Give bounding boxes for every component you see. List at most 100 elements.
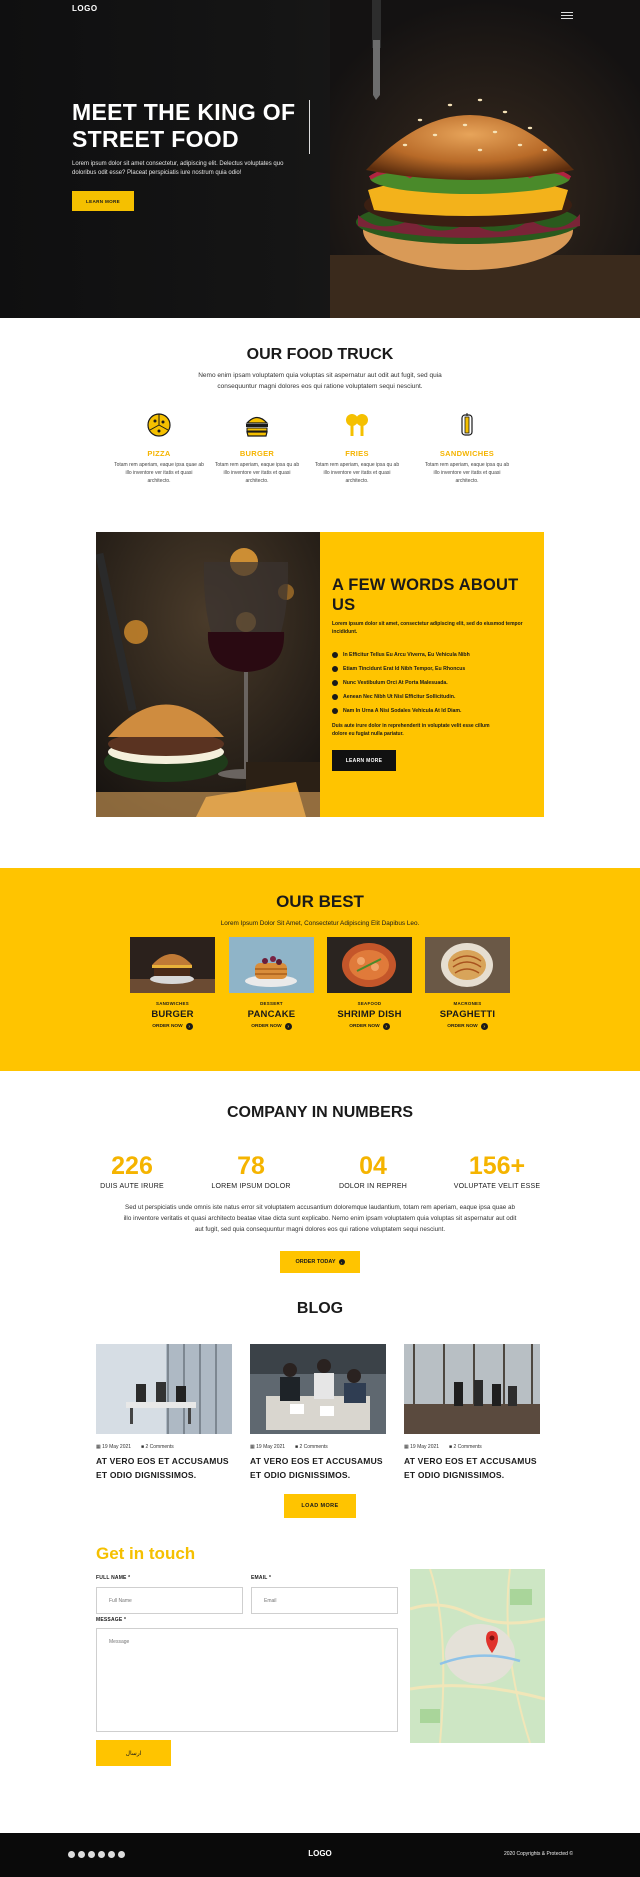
feature-pizza: PIZZA Totam rem aperiam, eaque ipsa quae… — [114, 412, 204, 485]
hero-lead: Lorem ipsum dolor sit amet consectetur, … — [72, 161, 284, 176]
stat-value: 156+ — [468, 1152, 526, 1180]
stat-label: LOREM IPSUM DOLOR — [211, 1183, 291, 1190]
stat-value: 78 — [237, 1152, 265, 1180]
blog-post[interactable]: ▦ 19 May 2021 ■ 2 Comments AT VERO EOS E… — [96, 1344, 232, 1482]
check-icon — [332, 666, 338, 672]
hero-section: LOGO MEET THE KING OF STREET FOOD Lorem … — [0, 0, 640, 318]
sandwich-icon — [461, 413, 473, 436]
list-item: In Efficitur Tellus Eu Arcu Viverra, Eu … — [332, 648, 470, 662]
about-panel: A FEW WORDS ABOUT US Lorem ipsum dolor s… — [320, 532, 544, 817]
dish-image-spaghetti — [425, 937, 510, 993]
feature-desc: Totam rem aperiam, eaque ipsa qu ab illo… — [314, 462, 400, 484]
check-icon — [332, 694, 338, 700]
calendar-icon: ▦ 19 May 2021 — [96, 1444, 132, 1450]
check-icon — [332, 708, 338, 714]
dish-category: SANDWICHES — [155, 1001, 189, 1006]
order-now-link[interactable]: ORDER NOW › — [229, 1023, 314, 1030]
feature-fries: FRIES Totam rem aperiam, eaque ipsa qu a… — [312, 412, 402, 485]
dish-category: DESSERT — [260, 1001, 283, 1006]
hero-learn-more-button[interactable]: LEARN MORE — [72, 191, 134, 211]
message-textarea[interactable] — [96, 1628, 398, 1732]
hero-divider — [309, 100, 310, 154]
hero-logo[interactable]: LOGO — [72, 4, 98, 13]
our-best-title: OUR BEST — [276, 892, 364, 911]
stat-label: VOLUPTATE VELIT ESSE — [453, 1183, 541, 1190]
numbers-title: COMPANY IN NUMBERS — [226, 1104, 414, 1121]
dish-card[interactable]: MACRONES SPAGHETTI ORDER NOW › — [425, 937, 510, 1030]
stat-item: 156+ VOLUPTATE VELIT ESSE — [427, 1152, 567, 1190]
feature-desc: Totam rem aperiam, eaque ipsa qu ab illo… — [214, 462, 300, 484]
order-now-link[interactable]: ORDER NOW › — [130, 1023, 215, 1030]
post-meta: ▦ 19 May 2021 ■ 2 Comments — [250, 1444, 386, 1450]
dish-card[interactable]: SEAFOOD SHRIMP DISH ORDER NOW › — [327, 937, 412, 1030]
full-name-label: FULL NAME * — [96, 1575, 131, 1581]
dish-name: SHRIMP DISH — [337, 1009, 402, 1020]
dish-name: BURGER — [151, 1009, 194, 1020]
feature-name: SANDWICHES — [439, 449, 495, 458]
hero-burger-image — [330, 0, 640, 318]
dish-image-shrimp — [327, 937, 412, 993]
dish-image-burger — [130, 937, 215, 993]
email-label: EMAIL * — [251, 1575, 272, 1581]
dish-name: PANCAKE — [247, 1009, 296, 1020]
blog-title: BLOG — [296, 1300, 344, 1317]
comment-icon: ■ 2 Comments — [295, 1444, 328, 1450]
post-meta: ▦ 19 May 2021 ■ 2 Comments — [96, 1444, 232, 1450]
order-now-link[interactable]: ORDER NOW › — [327, 1023, 412, 1030]
comment-icon: ■ 2 Comments — [449, 1444, 482, 1450]
list-item: Nunc Vestibulum Orci At Porta Malesuada. — [332, 676, 470, 690]
arrow-right-icon: › — [338, 1259, 345, 1265]
check-icon — [332, 680, 338, 686]
burger-icon — [245, 416, 269, 437]
feature-name: PIZZA — [147, 449, 171, 458]
dish-card[interactable]: DESSERT PANCAKE ORDER NOW › — [229, 937, 314, 1030]
email-input[interactable] — [251, 1587, 398, 1614]
order-now-link[interactable]: ORDER NOW › — [425, 1023, 510, 1030]
post-title[interactable]: AT VERO EOS ET ACCUSAMUS ET ODIO DIGNISS… — [250, 1454, 386, 1482]
post-title[interactable]: AT VERO EOS ET ACCUSAMUS ET ODIO DIGNISS… — [96, 1454, 232, 1482]
stat-value: 04 — [359, 1152, 387, 1180]
about-image — [96, 532, 320, 817]
stat-label: DOLOR IN REPREH — [339, 1183, 407, 1190]
dish-card[interactable]: SANDWICHES BURGER ORDER NOW › — [130, 937, 215, 1030]
calendar-icon: ▦ 19 May 2021 — [404, 1444, 440, 1450]
submit-button[interactable]: ارسال — [96, 1740, 171, 1766]
full-name-input[interactable] — [96, 1587, 243, 1614]
dish-category: MACRONES — [453, 1001, 482, 1006]
post-title[interactable]: AT VERO EOS ET ACCUSAMUS ET ODIO DIGNISS… — [404, 1454, 540, 1482]
copyright-text: 2020 Copyrights & Protected © — [504, 1851, 573, 1857]
our-best-section: OUR BEST Lorem Ipsum Dolor Sit Amet, Con… — [0, 868, 640, 1071]
feature-sandwiches: SANDWICHES Totam rem aperiam, eaque ipsa… — [422, 412, 512, 485]
feature-desc: Totam rem aperiam, eaque ipsa qu ab illo… — [424, 462, 510, 484]
dish-category: SEAFOOD — [357, 1001, 382, 1006]
food-truck-text: Nemo enim ipsam voluptatem quia voluptas… — [198, 372, 442, 390]
blog-post[interactable]: ▦ 19 May 2021 ■ 2 Comments AT VERO EOS E… — [404, 1344, 540, 1482]
load-more-button[interactable]: LOAD MORE — [284, 1494, 356, 1518]
contact-title: Get in touch — [96, 1544, 196, 1563]
check-icon — [332, 652, 338, 658]
order-today-button[interactable]: ORDER TODAY › — [280, 1251, 360, 1273]
comment-icon: ■ 2 Comments — [141, 1444, 174, 1450]
stat-item: 78 LOREM IPSUM DOLOR — [181, 1152, 321, 1190]
calendar-icon: ▦ 19 May 2021 — [250, 1444, 286, 1450]
food-truck-title: OUR FOOD TRUCK — [246, 346, 394, 363]
blog-image — [250, 1344, 386, 1434]
stat-item: 04 DOLOR IN REPREH — [303, 1152, 443, 1190]
hero-title: MEET THE KING OF STREET FOOD — [72, 99, 296, 152]
hamburger-menu-icon[interactable] — [561, 12, 573, 20]
map[interactable] — [410, 1569, 545, 1743]
arrow-right-icon: › — [382, 1023, 390, 1030]
page: LOGO MEET THE KING OF STREET FOOD Lorem … — [0, 0, 640, 1877]
about-learn-more-button[interactable]: LEARN MORE — [332, 750, 396, 771]
message-label: MESSAGE * — [96, 1617, 127, 1623]
numbers-text: Sed ut perspiciatis unde omnis iste natu… — [123, 1204, 517, 1233]
feature-desc: Totam rem aperiam, eaque ipsa quae ab il… — [114, 462, 204, 484]
blog-post[interactable]: ▦ 19 May 2021 ■ 2 Comments AT VERO EOS E… — [250, 1344, 386, 1482]
footer: LOGO 2020 Copyrights & Protected © — [0, 1833, 640, 1877]
blog-image — [96, 1344, 232, 1434]
arrow-right-icon: › — [480, 1023, 488, 1030]
blog-image — [404, 1344, 540, 1434]
arrow-right-icon: › — [284, 1023, 292, 1030]
list-item: Nam In Urna A Nisi Sodales Vehicula At I… — [332, 704, 470, 718]
our-best-subtitle: Lorem Ipsum Dolor Sit Amet, Consectetur … — [220, 920, 420, 927]
